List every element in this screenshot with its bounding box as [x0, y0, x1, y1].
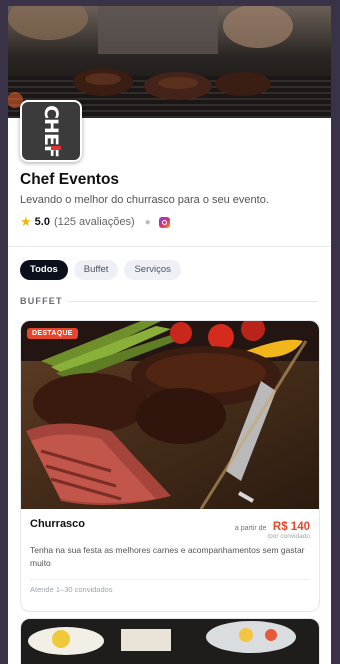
card-divider	[30, 579, 310, 580]
card-capacity: Atende 1–30 convidados	[30, 585, 113, 594]
instagram-icon[interactable]	[158, 216, 170, 228]
card-description: Tenha na sua festa as melhores carnes e …	[30, 545, 305, 568]
separator-dot: ●	[144, 216, 151, 228]
divider	[8, 246, 331, 247]
business-profile-page: CHEF Chef Eventos Levando o melhor do ch…	[8, 6, 331, 664]
service-card-next[interactable]	[20, 618, 320, 664]
tab-servicos[interactable]: Serviços	[124, 260, 181, 280]
review-count[interactable]: (125 avaliações)	[54, 216, 135, 228]
rating-row: ★ 5.0 (125 avaliações) ●	[20, 214, 170, 229]
star-icon: ★	[20, 214, 32, 229]
price-unit: /por convidado	[267, 533, 310, 540]
card-image-next	[21, 619, 319, 664]
section-heading: BUFFET	[20, 296, 63, 306]
featured-badge: DESTAQUE	[27, 328, 78, 339]
section-divider	[68, 301, 318, 302]
business-logo: CHEF	[20, 100, 82, 162]
logo-accent-mark	[51, 146, 61, 150]
tab-buffet[interactable]: Buffet	[73, 260, 119, 280]
category-tabs: Todos Buffet Serviços	[20, 260, 181, 280]
price-value: R$ 140	[272, 521, 310, 533]
card-title: Churrasco	[30, 518, 86, 530]
rating-value: 5.0	[34, 216, 50, 228]
business-tagline: Levando o melhor do churrasco para o seu…	[20, 194, 269, 206]
card-image: DESTAQUE	[21, 321, 319, 509]
price-prefix: a partir de	[234, 525, 267, 532]
service-card[interactable]: DESTAQUE Churrasco a partir de R$ 140 /p…	[20, 320, 320, 612]
tab-todos[interactable]: Todos	[20, 260, 68, 280]
business-name: Chef Eventos	[20, 171, 120, 188]
